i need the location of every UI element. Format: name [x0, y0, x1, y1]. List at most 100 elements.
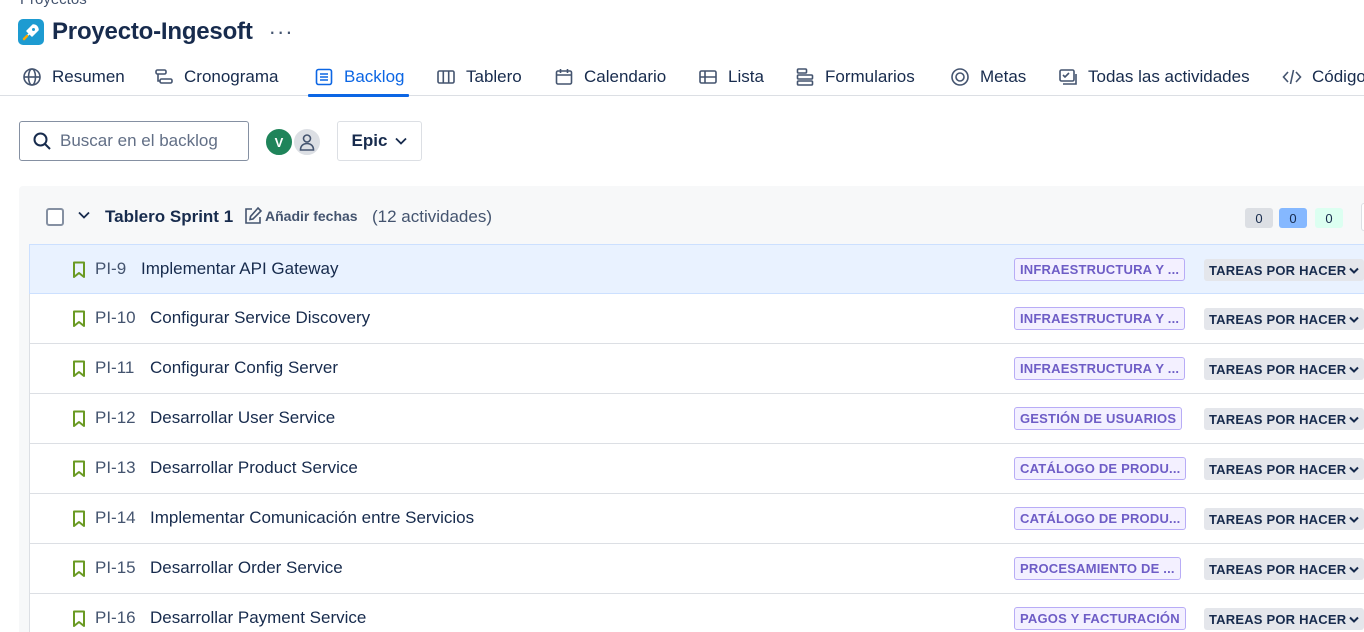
status-dropdown[interactable]: TAREAS POR HACER — [1204, 458, 1364, 480]
sprint-header: Tablero Sprint 1 Añadir fechas (12 activ… — [19, 186, 1364, 244]
tab-metas[interactable]: Metas — [950, 58, 1026, 96]
story-icon — [73, 560, 85, 577]
list-icon — [698, 67, 718, 87]
chevron-down-icon — [1349, 416, 1360, 423]
avatar[interactable]: V — [264, 127, 294, 157]
story-icon — [73, 510, 85, 527]
epic-lozenge[interactable]: PROCESAMIENTO DE ... — [1014, 557, 1181, 580]
tab-lista[interactable]: Lista — [698, 58, 764, 96]
edit-icon — [245, 206, 263, 224]
issue-key[interactable]: PI-9 — [95, 259, 126, 279]
list-item[interactable]: PI-15 Desarrollar Order Service PROCESAM… — [29, 544, 1364, 594]
tab-resumen[interactable]: Resumen — [22, 58, 125, 96]
issue-summary[interactable]: Configurar Config Server — [150, 358, 338, 378]
tab-todas-las-actividades[interactable]: Todas las actividades — [1058, 58, 1250, 96]
status-dropdown[interactable]: TAREAS POR HACER — [1204, 508, 1364, 530]
add-dates-label: Añadir fechas — [265, 208, 358, 224]
status-dropdown[interactable]: TAREAS POR HACER — [1204, 358, 1364, 380]
tab-label: Backlog — [344, 67, 405, 86]
epic-filter-button[interactable]: Epic — [337, 121, 422, 161]
status-label: TAREAS POR HACER — [1209, 561, 1347, 577]
story-icon — [73, 360, 85, 377]
epic-lozenge[interactable]: PAGOS Y FACTURACIÓN — [1014, 607, 1186, 630]
tab-label: Todas las actividades — [1088, 67, 1250, 86]
list-item[interactable]: PI-9 Implementar API Gateway INFRAESTRUC… — [29, 244, 1364, 294]
issue-key[interactable]: PI-13 — [95, 458, 136, 478]
tab-formularios[interactable]: Formularios — [795, 58, 915, 96]
issue-summary[interactable]: Configurar Service Discovery — [150, 308, 370, 328]
list-item[interactable]: PI-11 Configurar Config Server INFRAESTR… — [29, 344, 1364, 394]
forms-icon — [795, 67, 815, 87]
story-icon — [73, 261, 85, 278]
todo-count-badge: 0 — [1245, 208, 1273, 228]
backlog-search[interactable] — [19, 121, 249, 161]
issue-key[interactable]: PI-14 — [95, 508, 136, 528]
list-item[interactable]: PI-14 Implementar Comunicación entre Ser… — [29, 494, 1364, 544]
status-label: TAREAS POR HACER — [1209, 511, 1347, 527]
backlog-icon — [314, 67, 334, 87]
issue-summary[interactable]: Implementar API Gateway — [141, 259, 338, 279]
status-dropdown[interactable]: TAREAS POR HACER — [1204, 558, 1364, 580]
story-icon — [73, 610, 85, 627]
chevron-down-icon — [1349, 267, 1360, 274]
issue-summary[interactable]: Desarrollar Product Service — [150, 458, 358, 478]
chevron-down-icon — [1349, 316, 1360, 323]
status-dropdown[interactable]: TAREAS POR HACER — [1204, 259, 1364, 281]
list-item[interactable]: PI-10 Configurar Service Discovery INFRA… — [29, 294, 1364, 344]
story-icon — [73, 460, 85, 477]
chevron-down-icon — [1349, 516, 1360, 523]
tab-tablero[interactable]: Tablero — [436, 58, 522, 96]
tab-codigo[interactable]: Código — [1282, 58, 1364, 96]
issue-key[interactable]: PI-15 — [95, 558, 136, 578]
tab-backlog[interactable]: Backlog — [307, 58, 410, 97]
issue-key[interactable]: PI-12 — [95, 408, 136, 428]
status-dropdown[interactable]: TAREAS POR HACER — [1204, 608, 1364, 630]
epic-filter-label: Epic — [351, 131, 388, 150]
issue-summary[interactable]: Desarrollar Payment Service — [150, 608, 366, 628]
sprint-checkbox[interactable] — [46, 208, 64, 226]
chevron-down-icon — [1349, 466, 1360, 473]
epic-lozenge[interactable]: GESTIÓN DE USUARIOS — [1014, 407, 1183, 430]
rocket-icon — [18, 19, 44, 45]
status-label: TAREAS POR HACER — [1209, 611, 1347, 627]
unassigned-avatar[interactable] — [292, 127, 322, 157]
issue-key[interactable]: PI-16 — [95, 608, 136, 628]
search-icon — [33, 132, 51, 150]
code-icon — [1282, 67, 1302, 87]
calendar-icon — [554, 67, 574, 87]
tab-label: Tablero — [466, 67, 522, 86]
tab-calendario[interactable]: Calendario — [554, 58, 666, 96]
project-header: Proyecto-Ingesoft ··· — [18, 17, 294, 47]
breadcrumb[interactable]: Proyectos — [20, 0, 87, 8]
tab-label: Cronograma — [184, 67, 279, 86]
list-item[interactable]: PI-16 Desarrollar Payment Service PAGOS … — [29, 594, 1364, 632]
in-progress-count-badge: 0 — [1279, 208, 1307, 228]
epic-lozenge[interactable]: INFRAESTRUCTURA Y ... — [1014, 307, 1186, 330]
tab-label: Calendario — [584, 67, 667, 86]
issue-summary[interactable]: Desarrollar User Service — [150, 408, 335, 428]
epic-lozenge[interactable]: INFRAESTRUCTURA Y ... — [1014, 258, 1186, 281]
story-icon — [73, 310, 85, 327]
epic-lozenge[interactable]: CATÁLOGO DE PRODU... — [1014, 507, 1187, 530]
add-dates-button[interactable]: Añadir fechas — [243, 206, 358, 226]
done-count-badge: 0 — [1315, 208, 1343, 228]
list-item[interactable]: PI-12 Desarrollar User Service GESTIÓN D… — [29, 394, 1364, 444]
status-label: TAREAS POR HACER — [1209, 311, 1347, 327]
status-dropdown[interactable]: TAREAS POR HACER — [1204, 408, 1364, 430]
epic-lozenge[interactable]: INFRAESTRUCTURA Y ... — [1014, 357, 1186, 380]
search-input[interactable] — [60, 131, 240, 151]
chevron-down-icon[interactable] — [77, 208, 91, 222]
issue-key[interactable]: PI-10 — [95, 308, 136, 328]
issue-key[interactable]: PI-11 — [95, 358, 134, 378]
chevron-down-icon — [1349, 616, 1360, 623]
issue-summary[interactable]: Implementar Comunicación entre Servicios — [150, 508, 474, 528]
status-dropdown[interactable]: TAREAS POR HACER — [1204, 308, 1364, 330]
more-actions-button[interactable]: ··· — [269, 21, 294, 43]
list-item[interactable]: PI-13 Desarrollar Product Service CATÁLO… — [29, 444, 1364, 494]
epic-lozenge[interactable]: CATÁLOGO DE PRODU... — [1014, 457, 1187, 480]
issue-summary[interactable]: Desarrollar Order Service — [150, 558, 343, 578]
status-label: TAREAS POR HACER — [1209, 361, 1347, 377]
tab-cronograma[interactable]: Cronograma — [154, 58, 279, 96]
tab-label: Formularios — [825, 67, 915, 86]
chevron-down-icon — [1349, 366, 1360, 373]
